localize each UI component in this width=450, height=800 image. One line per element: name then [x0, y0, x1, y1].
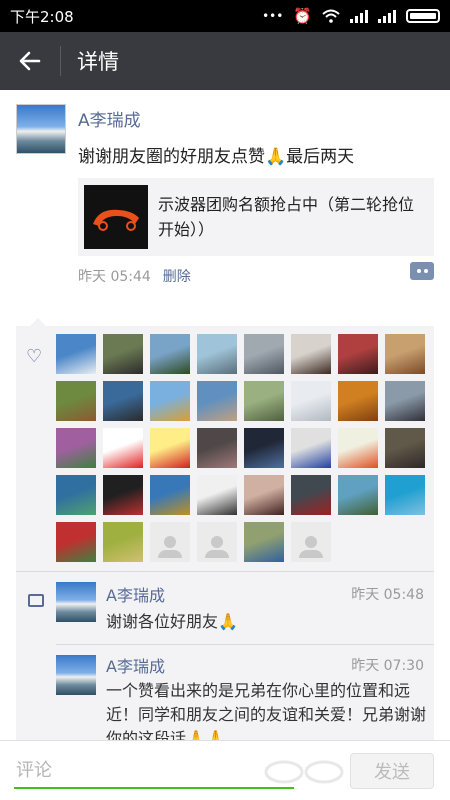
- like-avatar[interactable]: [385, 381, 425, 421]
- like-avatar[interactable]: [103, 475, 143, 515]
- send-button[interactable]: 发送: [350, 753, 434, 789]
- status-time: 下午2:08: [10, 7, 74, 26]
- like-avatar[interactable]: [103, 381, 143, 421]
- app-bar-divider: [60, 46, 61, 76]
- like-avatar[interactable]: [291, 334, 331, 374]
- like-avatar[interactable]: [291, 381, 331, 421]
- placeholder-avatar[interactable]: [150, 522, 190, 562]
- like-avatar[interactable]: [150, 381, 190, 421]
- comment-bar: 发送: [0, 740, 450, 800]
- post-time: 昨天 05:44: [78, 269, 151, 285]
- like-avatar[interactable]: [244, 334, 284, 374]
- like-avatar[interactable]: [338, 428, 378, 468]
- like-avatar[interactable]: [385, 334, 425, 374]
- comment-author[interactable]: A李瑞成: [106, 582, 165, 606]
- like-avatar[interactable]: [56, 522, 96, 562]
- status-icons: ••• ⏰: [262, 7, 440, 25]
- default-user-icon: [299, 536, 323, 558]
- watermark-logo-icon: [264, 760, 344, 784]
- comment-action-icon[interactable]: [410, 262, 434, 280]
- notification-dots-icon: •••: [262, 9, 284, 23]
- like-avatar[interactable]: [338, 381, 378, 421]
- link-title: 示波器团购名额抢占中（第二轮抢位开始））: [158, 195, 415, 239]
- like-avatar[interactable]: [56, 334, 96, 374]
- like-avatar[interactable]: [56, 381, 96, 421]
- author-avatar[interactable]: [16, 104, 66, 154]
- like-avatar[interactable]: [197, 428, 237, 468]
- like-avatar[interactable]: [385, 475, 425, 515]
- delete-link[interactable]: 删除: [163, 266, 191, 286]
- like-avatar[interactable]: [56, 428, 96, 468]
- comment-item[interactable]: A李瑞成 昨天 05:48 谢谢各位好朋友🙏: [16, 572, 434, 644]
- like-avatar[interactable]: [103, 522, 143, 562]
- like-avatar[interactable]: [150, 428, 190, 468]
- like-avatar[interactable]: [291, 428, 331, 468]
- default-user-icon: [205, 536, 229, 558]
- author-name[interactable]: A李瑞成: [78, 106, 141, 131]
- post-meta: 昨天 05:44 删除: [78, 266, 191, 286]
- like-avatar[interactable]: [244, 475, 284, 515]
- comment-avatar[interactable]: [56, 582, 96, 622]
- social-panel: ♡ A李瑞成 昨天 05:48 谢谢各位好朋友🙏 A李瑞成 昨天 07:30 一…: [16, 318, 434, 748]
- like-avatar[interactable]: [103, 428, 143, 468]
- input-underline: [14, 787, 294, 789]
- like-avatar[interactable]: [56, 475, 96, 515]
- battery-icon: [406, 9, 440, 23]
- default-user-icon: [158, 536, 182, 558]
- likes-grid: [56, 334, 432, 562]
- heart-icon: ♡: [26, 346, 43, 367]
- comment-item[interactable]: A李瑞成 昨天 07:30 一个赞看出来的是兄弟在你心里的位置和远近！同学和朋友…: [16, 645, 434, 748]
- like-avatar[interactable]: [197, 381, 237, 421]
- page-title: 详情: [77, 50, 119, 74]
- like-avatar[interactable]: [103, 334, 143, 374]
- like-avatar[interactable]: [150, 334, 190, 374]
- placeholder-avatar[interactable]: [197, 522, 237, 562]
- status-bar: 下午2:08 ••• ⏰: [0, 0, 450, 32]
- motorcycle-logo-icon: [93, 209, 139, 231]
- comment-avatar[interactable]: [56, 655, 96, 695]
- like-avatar[interactable]: [244, 428, 284, 468]
- alarm-icon: ⏰: [293, 7, 312, 25]
- wifi-icon: [322, 9, 340, 23]
- comment-author[interactable]: A李瑞成: [106, 653, 165, 677]
- like-avatar[interactable]: [338, 334, 378, 374]
- post-text: 谢谢朋友圈的好朋友点赞🙏最后两天: [78, 147, 355, 167]
- link-thumbnail: [84, 185, 148, 249]
- like-avatar[interactable]: [197, 334, 237, 374]
- comment-time: 昨天 07:30: [351, 658, 424, 674]
- watermark-logo: [262, 752, 352, 786]
- signal-icon: [350, 9, 368, 23]
- comment-text: 谢谢各位好朋友🙏: [106, 612, 238, 631]
- like-avatar[interactable]: [291, 475, 331, 515]
- like-avatar[interactable]: [338, 475, 378, 515]
- comment-icon: [28, 594, 44, 607]
- back-button[interactable]: [0, 32, 60, 90]
- like-avatar[interactable]: [197, 475, 237, 515]
- link-card[interactable]: 示波器团购名额抢占中（第二轮抢位开始））: [78, 178, 434, 256]
- app-bar: 详情: [0, 32, 450, 90]
- like-avatar[interactable]: [244, 522, 284, 562]
- signal-2-icon: [378, 9, 396, 23]
- placeholder-avatar[interactable]: [291, 522, 331, 562]
- like-avatar[interactable]: [385, 428, 425, 468]
- like-avatar[interactable]: [150, 475, 190, 515]
- arrow-left-icon: [19, 51, 41, 71]
- comment-input[interactable]: [16, 755, 286, 785]
- like-avatar[interactable]: [244, 381, 284, 421]
- comment-time: 昨天 05:48: [351, 587, 424, 603]
